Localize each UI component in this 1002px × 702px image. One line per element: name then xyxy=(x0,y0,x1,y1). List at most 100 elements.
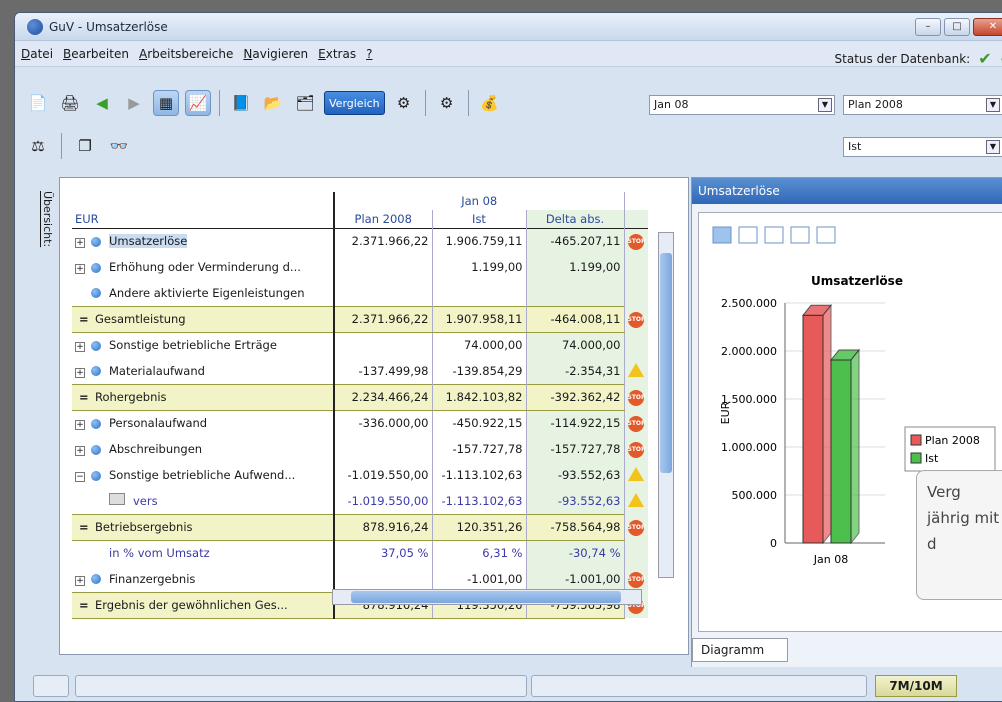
col-header-plan[interactable]: Plan 2008 xyxy=(333,210,432,228)
legend-swatch xyxy=(910,434,922,446)
table-row[interactable]: = Betriebsergebnis 878.916,24 120.351,26 -75… xyxy=(72,513,648,541)
expand-icon[interactable]: + xyxy=(75,575,85,586)
expand-icon[interactable]: + xyxy=(75,367,85,378)
table-row[interactable]: vers -1.019.550,00 -1.113.102,63 -93.552,63 xyxy=(72,488,648,514)
account-icon xyxy=(91,340,101,351)
balance-icon[interactable]: ⚖ xyxy=(25,133,51,159)
menu-arbeitsbereiche[interactable]: Arbeitsbereiche xyxy=(139,47,233,61)
minimize-button[interactable]: – xyxy=(915,18,941,36)
settings-icon[interactable]: ⚙ xyxy=(434,90,460,116)
y-tick-label: 2.500.000 xyxy=(721,297,777,310)
chevron-down-icon[interactable]: ▼ xyxy=(986,140,1000,154)
menu-navigieren[interactable]: Navigieren xyxy=(243,47,308,61)
vergleich-button[interactable]: Vergleich xyxy=(324,91,385,115)
cell-ist: 1.842.103,82 xyxy=(431,383,526,411)
maximize-button[interactable]: □ xyxy=(944,18,970,36)
status-bar: 7M/10M xyxy=(15,667,1002,701)
expand-icon[interactable]: + xyxy=(75,342,85,353)
side-overview-label[interactable]: Übersicht: xyxy=(41,191,54,247)
cell-plan: -1.019.550,00 xyxy=(333,488,432,514)
forward-icon[interactable]: ▶ xyxy=(121,90,147,116)
table-row[interactable]: in % vom Umsatz 37,05 % 6,31 % -30,74 % xyxy=(72,540,648,566)
toolbar-separator xyxy=(424,90,426,116)
table-row[interactable]: + Umsatzerlöse 2.371.966,22 1.906.759,11 -46… xyxy=(72,228,648,254)
menu-datei[interactable]: Datei xyxy=(21,47,53,61)
table-row[interactable]: − Sonstige betriebliche Aufwend... -1.019.… xyxy=(72,462,648,488)
cell-plan xyxy=(333,436,432,462)
money-icon[interactable]: 💰 xyxy=(477,90,503,116)
table-row[interactable]: + Sonstige betriebliche Erträge 74.000,00 7… xyxy=(72,332,648,358)
gears-icon[interactable]: ⚙ xyxy=(391,90,417,116)
cell-ist: 1.199,00 xyxy=(431,254,526,280)
table-row[interactable]: Andere aktivierte Eigenleistungen xyxy=(72,280,648,306)
warning-icon xyxy=(627,466,644,481)
expand-icon[interactable]: + xyxy=(75,420,85,431)
db-status-label: Status der Datenbank: xyxy=(834,51,971,66)
currency-header: EUR xyxy=(75,211,99,226)
chart-type-icon xyxy=(738,226,758,244)
cell-delta: -93.552,63 xyxy=(525,462,624,488)
back-icon[interactable]: ◀ xyxy=(89,90,115,116)
table-row[interactable]: + Personalaufwand -336.000,00 -450.922,15 -1… xyxy=(72,410,648,436)
period-select[interactable]: Jan 08 ▼ xyxy=(649,95,835,115)
horizontal-scrollbar[interactable] xyxy=(332,589,642,605)
copy-icon[interactable]: ❐ xyxy=(72,133,98,159)
chevron-down-icon[interactable]: ▼ xyxy=(986,98,1000,112)
chart-title: Umsatzerlöse xyxy=(811,274,903,288)
cell-ist: 74.000,00 xyxy=(431,332,526,358)
menu-help[interactable]: ? xyxy=(366,47,372,61)
y-tick-label: 2.000.000 xyxy=(721,345,777,358)
check-icon: ✔ xyxy=(978,49,992,68)
collapse-icon[interactable]: − xyxy=(75,472,85,482)
import-icon[interactable]: 📂 xyxy=(260,90,286,116)
print-icon[interactable]: 🖨 xyxy=(57,90,83,116)
close-button[interactable]: ✕ xyxy=(973,18,1002,36)
legend-label: Plan 2008 xyxy=(925,434,980,447)
scroll-thumb[interactable] xyxy=(660,253,672,473)
glasses-icon[interactable]: 👓 xyxy=(106,133,132,159)
chevron-down-icon[interactable]: ▼ xyxy=(818,98,832,112)
cell-plan: 37,05 % xyxy=(333,540,432,566)
stop-icon: STOP xyxy=(627,390,645,406)
account-icon xyxy=(91,262,101,273)
row-label: Ergebnis der gewöhnlichen Ges... xyxy=(95,598,288,612)
warning-icon xyxy=(627,362,644,377)
cell-delta: 1.199,00 xyxy=(525,254,624,280)
book-icon[interactable]: 📘 xyxy=(228,90,254,116)
tab-diagramm[interactable]: Diagramm xyxy=(692,638,788,662)
table-row[interactable]: + Abschreibungen -157.727,78 -157.727,78 STO… xyxy=(72,436,648,462)
col-header-ist[interactable]: Ist xyxy=(431,210,526,228)
chart-type-icon xyxy=(712,226,732,244)
table-row[interactable]: = Rohergebnis 2.234.466,24 1.842.103,82 -392… xyxy=(72,383,648,411)
chart-type-icon xyxy=(790,226,810,244)
row-label: Finanzergebnis xyxy=(109,571,196,586)
chart-panel: Umsatzerlöse Umsatzerlöse 0 500.000 1.000.0… xyxy=(691,177,1002,675)
table-row[interactable]: + Materialaufwand -137.499,98 -139.854,29 -2… xyxy=(72,358,648,384)
cell-plan xyxy=(333,280,432,306)
scroll-thumb[interactable] xyxy=(351,591,621,603)
table-row[interactable]: = Gesamtleistung 2.371.966,22 1.907.958,11-… xyxy=(72,305,648,333)
plan-select[interactable]: Plan 2008 ▼ xyxy=(843,95,1002,115)
expand-icon[interactable]: + xyxy=(75,446,85,456)
expand-icon[interactable]: + xyxy=(75,238,85,249)
cell-delta: -93.552,63 xyxy=(525,488,624,514)
table-view-icon[interactable]: ▦ xyxy=(153,90,179,116)
cell-plan: 2.234.466,24 xyxy=(333,383,432,411)
window-title: GuV - Umsatzerlöse xyxy=(49,19,168,34)
col-header-delta[interactable]: Delta abs. xyxy=(525,210,624,228)
ist-select[interactable]: Ist ▼ xyxy=(843,137,1002,157)
new-document-icon[interactable]: 📄 xyxy=(25,90,51,116)
expand-icon[interactable]: + xyxy=(75,264,85,274)
y-tick-label: 1.000.000 xyxy=(721,441,777,454)
chart-view-icon[interactable]: 📈 xyxy=(185,90,211,116)
bar-ist xyxy=(830,359,852,544)
bar-side xyxy=(850,348,860,545)
menu-bearbeiten[interactable]: Bearbeiten xyxy=(63,47,129,61)
cell-plan: 2.371.966,22 xyxy=(333,305,432,333)
table-row[interactable]: + Erhöhung oder Verminderung d... 1.199,00… xyxy=(72,254,648,280)
menu-extras[interactable]: Extras xyxy=(318,47,356,61)
cell-delta: -30,74 % xyxy=(525,540,624,566)
folder-settings-icon[interactable]: 🗂 xyxy=(292,90,318,116)
vertical-scrollbar[interactable] xyxy=(658,232,674,578)
stop-icon: STOP xyxy=(627,520,645,536)
